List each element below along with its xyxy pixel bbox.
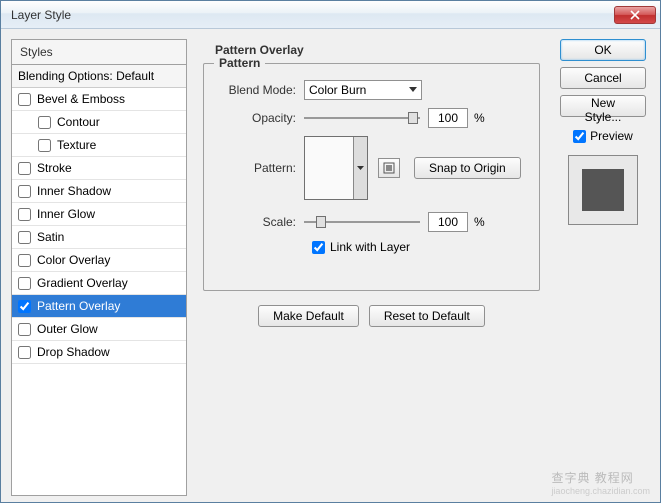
opacity-input[interactable] <box>428 108 468 128</box>
style-row-satin[interactable]: Satin <box>12 226 186 249</box>
style-row-inner-shadow[interactable]: Inner Shadow <box>12 180 186 203</box>
opacity-unit: % <box>474 111 485 125</box>
preview-checkbox[interactable] <box>573 130 586 143</box>
styles-list: Blending Options: Default Bevel & Emboss… <box>11 64 187 496</box>
opacity-slider-thumb[interactable] <box>408 112 418 124</box>
preview-label: Preview <box>590 129 633 143</box>
style-row-texture[interactable]: Texture <box>12 134 186 157</box>
main-panel: Pattern Overlay Pattern Blend Mode: Colo… <box>197 39 546 492</box>
blend-mode-value: Color Burn <box>309 83 366 97</box>
create-new-icon <box>383 162 395 174</box>
link-with-layer-label: Link with Layer <box>330 240 410 254</box>
layer-style-dialog: Layer Style Styles Blending Options: Def… <box>0 0 661 503</box>
style-label: Color Overlay <box>37 253 110 267</box>
scale-label: Scale: <box>218 215 304 229</box>
style-checkbox[interactable] <box>18 162 31 175</box>
style-label: Inner Glow <box>37 207 95 221</box>
preview-box <box>568 155 638 225</box>
style-row-gradient-overlay[interactable]: Gradient Overlay <box>12 272 186 295</box>
titlebar: Layer Style <box>1 1 660 29</box>
preview-row: Preview <box>573 129 633 143</box>
style-row-stroke[interactable]: Stroke <box>12 157 186 180</box>
style-row-pattern-overlay[interactable]: Pattern Overlay <box>12 295 186 318</box>
ok-button[interactable]: OK <box>560 39 646 61</box>
styles-header[interactable]: Styles <box>11 39 187 64</box>
pattern-dropdown[interactable] <box>353 137 367 199</box>
style-checkbox[interactable] <box>18 185 31 198</box>
blend-mode-label: Blend Mode: <box>218 83 304 97</box>
chevron-down-icon <box>409 87 417 93</box>
style-label: Satin <box>37 230 64 244</box>
style-label: Outer Glow <box>37 322 98 336</box>
style-checkbox[interactable] <box>38 139 51 152</box>
style-checkbox[interactable] <box>18 93 31 106</box>
style-label: Stroke <box>37 161 72 175</box>
style-label: Bevel & Emboss <box>37 92 125 106</box>
chevron-down-icon <box>357 166 364 171</box>
scale-unit: % <box>474 215 485 229</box>
new-pattern-button[interactable] <box>378 158 400 178</box>
scale-row: Scale: % <box>218 212 525 232</box>
style-row-contour[interactable]: Contour <box>12 111 186 134</box>
close-icon <box>630 10 640 20</box>
style-row-color-overlay[interactable]: Color Overlay <box>12 249 186 272</box>
make-default-button[interactable]: Make Default <box>258 305 359 327</box>
blending-options-label: Blending Options: Default <box>18 69 154 83</box>
style-checkbox[interactable] <box>18 277 31 290</box>
style-label: Texture <box>57 138 96 152</box>
new-style-button[interactable]: New Style... <box>560 95 646 117</box>
styles-column: Styles Blending Options: Default Bevel &… <box>11 39 187 492</box>
blend-mode-select[interactable]: Color Burn <box>304 80 422 100</box>
style-row-outer-glow[interactable]: Outer Glow <box>12 318 186 341</box>
style-checkbox[interactable] <box>18 323 31 336</box>
blend-mode-row: Blend Mode: Color Burn <box>218 80 525 100</box>
dialog-body: Styles Blending Options: Default Bevel &… <box>1 29 660 502</box>
snap-to-origin-button[interactable]: Snap to Origin <box>414 157 521 179</box>
close-button[interactable] <box>614 6 656 24</box>
style-row-inner-glow[interactable]: Inner Glow <box>12 203 186 226</box>
style-checkbox[interactable] <box>18 346 31 359</box>
style-label: Drop Shadow <box>37 345 110 359</box>
right-column: OK Cancel New Style... Preview <box>556 39 650 492</box>
style-checkbox[interactable] <box>38 116 51 129</box>
scale-slider-thumb[interactable] <box>316 216 326 228</box>
style-checkbox[interactable] <box>18 254 31 267</box>
pattern-group: Pattern Blend Mode: Color Burn Opacity: <box>203 63 540 291</box>
window-title: Layer Style <box>11 8 71 22</box>
pattern-picker[interactable] <box>304 136 368 200</box>
style-checkbox[interactable] <box>18 231 31 244</box>
style-label: Inner Shadow <box>37 184 111 198</box>
link-with-layer-row: Link with Layer <box>312 240 525 254</box>
cancel-button[interactable]: Cancel <box>560 67 646 89</box>
opacity-slider[interactable] <box>304 110 420 126</box>
reset-default-button[interactable]: Reset to Default <box>369 305 485 327</box>
style-checkbox[interactable] <box>18 208 31 221</box>
pattern-preview <box>305 137 353 199</box>
scale-slider[interactable] <box>304 214 420 230</box>
style-label: Pattern Overlay <box>37 299 120 313</box>
style-checkbox[interactable] <box>18 300 31 313</box>
default-buttons-row: Make Default Reset to Default <box>197 305 546 327</box>
blending-options-row[interactable]: Blending Options: Default <box>12 65 186 88</box>
style-row-drop-shadow[interactable]: Drop Shadow <box>12 341 186 364</box>
style-label: Contour <box>57 115 100 129</box>
opacity-row: Opacity: % <box>218 108 525 128</box>
opacity-label: Opacity: <box>218 111 304 125</box>
link-with-layer-checkbox[interactable] <box>312 241 325 254</box>
pattern-row: Pattern: Snap to Origin <box>218 136 525 200</box>
pattern-label: Pattern: <box>218 161 304 175</box>
scale-input[interactable] <box>428 212 468 232</box>
style-row-bevel-emboss[interactable]: Bevel & Emboss <box>12 88 186 111</box>
preview-swatch <box>582 169 624 211</box>
style-label: Gradient Overlay <box>37 276 128 290</box>
pattern-group-label: Pattern <box>214 56 265 70</box>
